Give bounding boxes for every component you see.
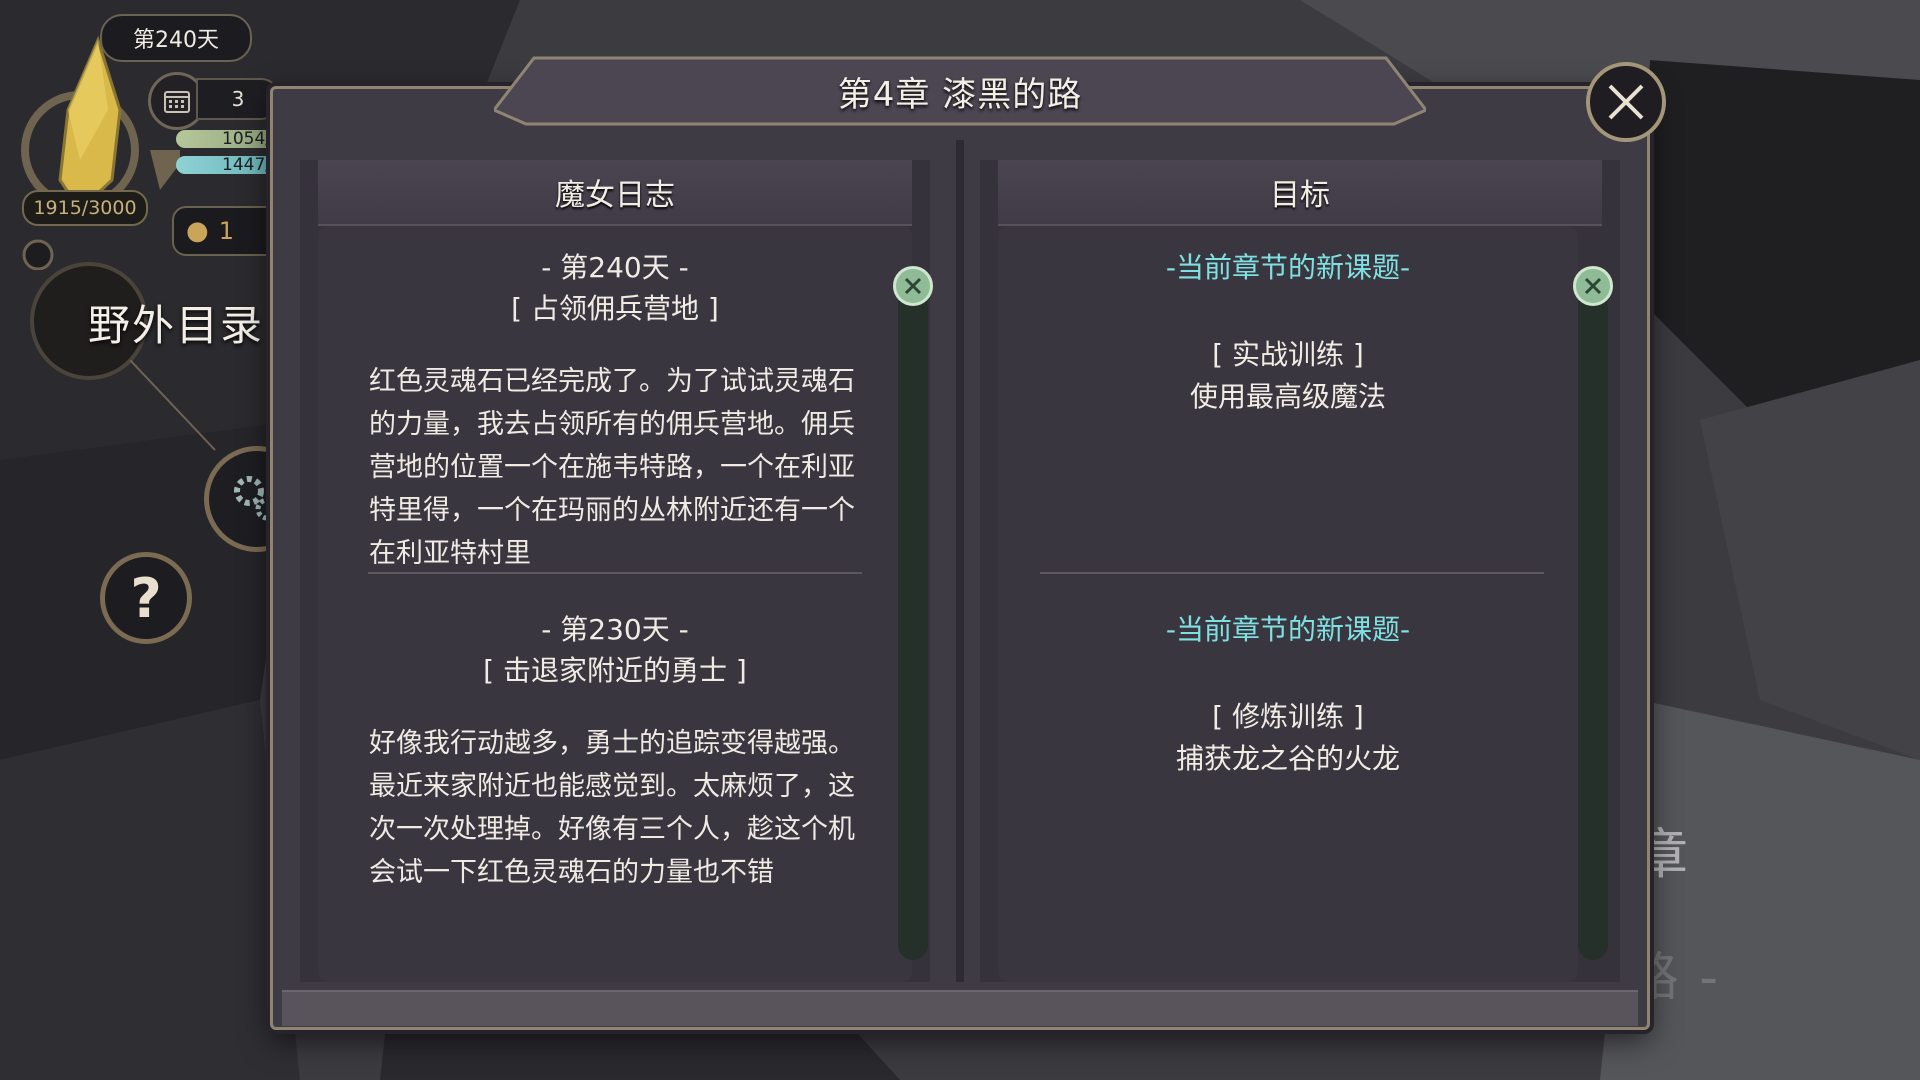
diary-entry: - 第230天 - [ 击退家附近的勇士 ] 好像我行动越多，勇士的追踪变得越强… [318,610,912,950]
gold-coins-icon: ● [186,216,209,246]
close-button[interactable] [1586,62,1666,142]
diary-scrollbar[interactable] [898,270,928,960]
goal-heading: -当前章节的新课题- [1165,613,1411,646]
calendar-count: 3 [196,78,280,120]
goal-name: [ 实战训练 ] [1212,338,1364,371]
goals-header: 目标 [998,160,1602,226]
wild-catalog-label[interactable]: 野外目录 [88,292,264,353]
goal-description: 捕获龙之谷的火龙 [1175,742,1400,775]
goals-list[interactable]: -当前章节的新课题- [ 实战训练 ] 使用最高级魔法 -当前章节的新课题- [… [998,226,1578,982]
goals-scrollbar[interactable] [1578,270,1608,960]
diary-entry-title: [ 占领佣兵营地 ] [511,292,719,325]
diary-entry-body: 红色灵魂石已经完成了。为了试试灵魂石的力量，我去占领所有的佣兵营地。佣兵营地的位… [369,366,855,569]
diary-entry-title: [ 击退家附近的勇士 ] [483,654,747,687]
close-icon [904,277,922,295]
diary-entry-day: - 第230天 - [541,613,689,646]
goal-separator [1040,572,1544,574]
connector-line [130,360,216,451]
goals-scroll-knob[interactable] [1573,266,1613,306]
close-icon [1608,84,1644,120]
diary-separator [368,572,862,574]
goal-item: -当前章节的新课题- [ 实战训练 ] 使用最高级魔法 [998,248,1578,418]
close-icon [1584,277,1602,295]
diary-entry-body: 好像我行动越多，勇士的追踪变得越强。最近来家附近也能感觉到。太麻烦了，这次一次处… [369,728,855,888]
diary-entry: - 第240天 - [ 占领佣兵营地 ] 红色灵魂石已经完成了。为了试试灵魂石的… [318,248,912,582]
diary-list[interactable]: - 第240天 - [ 占领佣兵营地 ] 红色灵魂石已经完成了。为了试试灵魂石的… [318,226,912,982]
diary-scroll-knob[interactable] [893,266,933,306]
panel-footer [282,990,1638,1026]
diary-header: 魔女日志 [318,160,912,226]
diary-entry-day: - 第240天 - [541,251,689,284]
gold-counter: ● 1 [172,206,282,256]
day-counter: 第240天 [100,14,252,62]
column-divider [956,140,964,982]
mana-value: 1915/3000 [22,190,148,226]
mana-crystal-icon [21,35,180,270]
help-button[interactable]: ? [100,552,192,644]
goal-description: 使用最高级魔法 [1189,380,1386,413]
chapter-title: 第4章 漆黑的路 [837,74,1083,115]
goal-heading: -当前章节的新课题- [1165,251,1411,284]
gold-value: 1 [218,217,234,245]
goal-name: [ 修炼训练 ] [1212,700,1364,733]
goal-item: -当前章节的新课题- [ 修炼训练 ] 捕获龙之谷的火龙 [998,610,1578,780]
